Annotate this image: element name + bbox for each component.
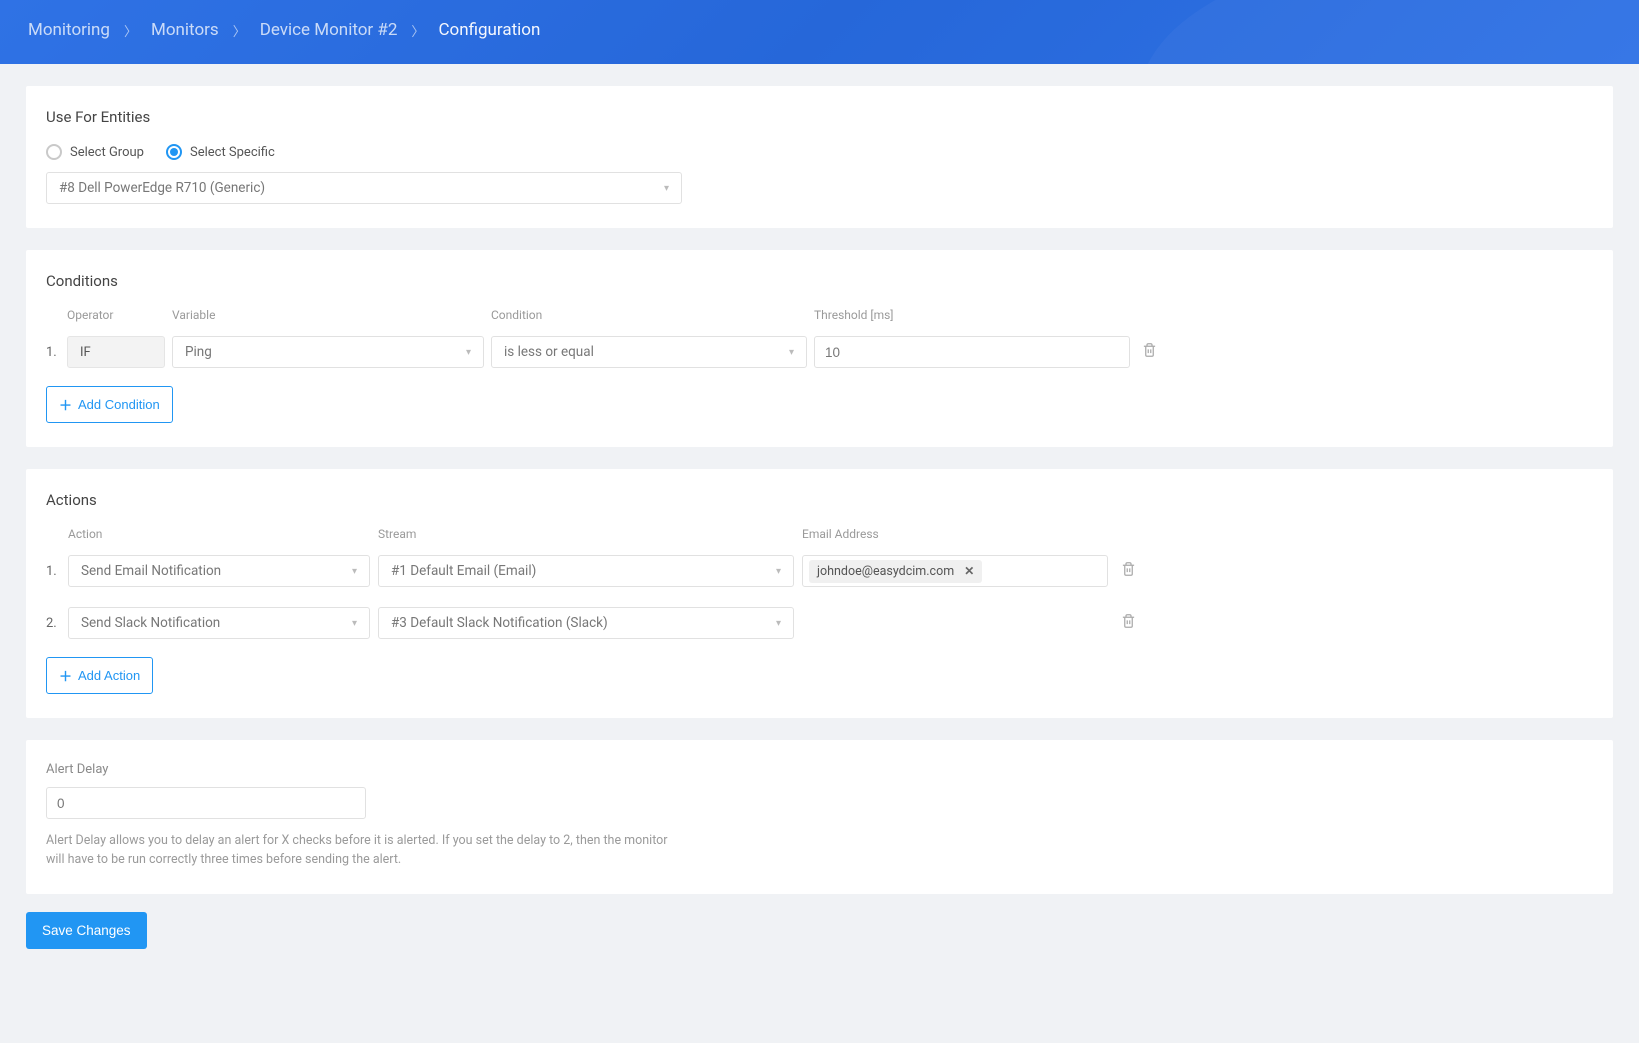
col-threshold: Threshold [ms] <box>814 308 1130 322</box>
row-number: 1. <box>46 564 60 579</box>
stream-value: #3 Default Slack Notification (Slack) <box>391 615 608 631</box>
delay-input[interactable] <box>46 787 366 819</box>
breadcrumb-device-monitor[interactable]: Device Monitor #2 <box>260 20 398 40</box>
action-row: 1. Send Email Notification ▾ #1 Default … <box>46 555 1593 587</box>
row-number: 1. <box>46 345 60 360</box>
chevron-right-icon: 〉 <box>411 21 424 40</box>
entities-radios: Select Group Select Specific <box>46 144 1593 160</box>
action-value: Send Slack Notification <box>81 615 220 631</box>
add-condition-button[interactable]: ＋ Add Condition <box>46 386 173 423</box>
action-select[interactable]: Send Slack Notification ▾ <box>68 607 370 639</box>
actions-title: Actions <box>46 491 1593 509</box>
delay-help-text: Alert Delay allows you to delay an alert… <box>46 831 686 870</box>
save-button[interactable]: Save Changes <box>26 912 147 949</box>
chevron-down-icon: ▾ <box>776 618 781 629</box>
col-operator: Operator <box>67 308 165 322</box>
add-condition-label: Add Condition <box>78 397 160 412</box>
threshold-input[interactable] <box>814 336 1130 368</box>
col-email: Email Address <box>802 527 1108 541</box>
delay-title: Alert Delay <box>46 762 1593 777</box>
chevron-down-icon: ▾ <box>466 347 471 358</box>
trash-icon <box>1121 561 1136 577</box>
col-action: Action <box>68 527 370 541</box>
chevron-down-icon: ▾ <box>352 566 357 577</box>
action-row: 2. Send Slack Notification ▾ #3 Default … <box>46 607 1593 639</box>
entities-title: Use For Entities <box>46 108 1593 126</box>
email-tag-text: johndoe@easydcim.com <box>817 564 954 579</box>
trash-icon <box>1121 613 1136 629</box>
conditions-title: Conditions <box>46 272 1593 290</box>
add-action-label: Add Action <box>78 668 140 683</box>
delete-condition-button[interactable] <box>1137 342 1161 363</box>
variable-value: Ping <box>185 344 212 360</box>
conditions-panel: Conditions Operator Variable Condition T… <box>26 250 1613 447</box>
breadcrumb-configuration: Configuration <box>438 20 540 40</box>
operator-box: IF <box>67 336 165 368</box>
radio-icon <box>166 144 182 160</box>
email-tag-input[interactable]: johndoe@easydcim.com ✕ <box>802 555 1108 587</box>
chevron-down-icon: ▾ <box>789 347 794 358</box>
breadcrumb-monitors[interactable]: Monitors <box>151 20 219 40</box>
col-condition: Condition <box>491 308 807 322</box>
stream-select[interactable]: #1 Default Email (Email) ▾ <box>378 555 794 587</box>
chevron-down-icon: ▾ <box>352 618 357 629</box>
delete-action-button[interactable] <box>1116 561 1140 582</box>
radio-label: Select Group <box>70 145 144 160</box>
entities-panel: Use For Entities Select Group Select Spe… <box>26 86 1613 228</box>
col-stream: Stream <box>378 527 794 541</box>
plus-icon: ＋ <box>59 395 72 414</box>
stream-value: #1 Default Email (Email) <box>391 563 536 579</box>
radio-icon <box>46 144 62 160</box>
delete-action-button[interactable] <box>1116 613 1140 634</box>
action-value: Send Email Notification <box>81 563 221 579</box>
add-action-button[interactable]: ＋ Add Action <box>46 657 153 694</box>
actions-panel: Actions Action Stream Email Address 1. S… <box>26 469 1613 718</box>
condition-row: 1. IF Ping ▾ is less or equal ▾ <box>46 336 1593 368</box>
condition-value: is less or equal <box>504 344 594 360</box>
chevron-down-icon: ▾ <box>776 566 781 577</box>
row-number: 2. <box>46 616 60 631</box>
trash-icon <box>1142 342 1157 358</box>
action-select[interactable]: Send Email Notification ▾ <box>68 555 370 587</box>
condition-select[interactable]: is less or equal ▾ <box>491 336 807 368</box>
remove-tag-button[interactable]: ✕ <box>964 564 974 578</box>
radio-label: Select Specific <box>190 145 275 160</box>
col-variable: Variable <box>172 308 484 322</box>
delay-panel: Alert Delay Alert Delay allows you to de… <box>26 740 1613 894</box>
entity-select[interactable]: #8 Dell PowerEdge R710 (Generic) ▾ <box>46 172 682 204</box>
variable-select[interactable]: Ping ▾ <box>172 336 484 368</box>
radio-select-specific[interactable]: Select Specific <box>166 144 275 160</box>
header: Monitoring 〉 Monitors 〉 Device Monitor #… <box>0 0 1639 64</box>
stream-select[interactable]: #3 Default Slack Notification (Slack) ▾ <box>378 607 794 639</box>
entity-select-value: #8 Dell PowerEdge R710 (Generic) <box>59 180 265 196</box>
breadcrumb-monitoring[interactable]: Monitoring <box>28 20 110 40</box>
breadcrumb: Monitoring 〉 Monitors 〉 Device Monitor #… <box>28 20 1611 40</box>
chevron-right-icon: 〉 <box>233 21 246 40</box>
email-tag: johndoe@easydcim.com ✕ <box>809 560 982 583</box>
chevron-down-icon: ▾ <box>664 183 669 194</box>
radio-select-group[interactable]: Select Group <box>46 144 144 160</box>
chevron-right-icon: 〉 <box>124 21 137 40</box>
plus-icon: ＋ <box>59 666 72 685</box>
